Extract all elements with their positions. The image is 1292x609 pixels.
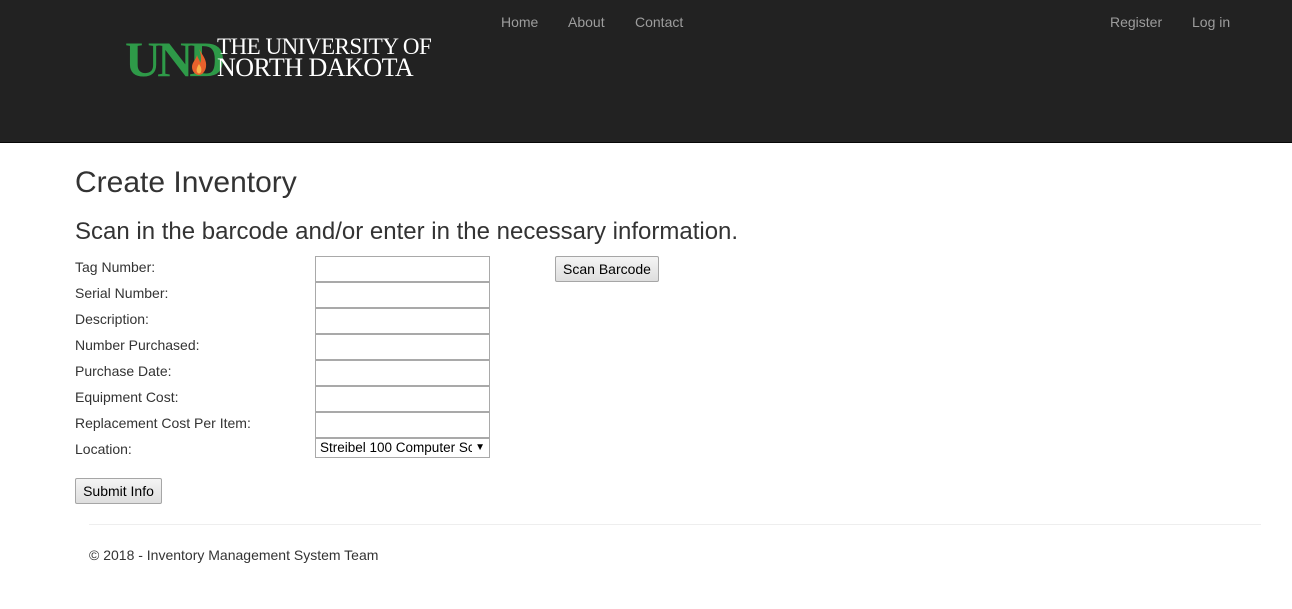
purchase-date-label: Purchase Date: bbox=[75, 363, 172, 379]
description-label: Description: bbox=[75, 311, 149, 327]
nav-link-about[interactable]: About bbox=[568, 14, 605, 30]
logo-wordmark: THE UNIVERSITY OF NORTH DAKOTA bbox=[217, 35, 432, 82]
replacement-cost-input[interactable] bbox=[315, 412, 490, 438]
dropdown-arrow-icon: ▼ bbox=[475, 442, 485, 453]
nav-link-home[interactable]: Home bbox=[501, 14, 538, 30]
flame-icon bbox=[192, 49, 207, 75]
equipment-cost-label: Equipment Cost: bbox=[75, 389, 179, 405]
footer-divider bbox=[89, 524, 1261, 525]
location-selected-value: Streibel 100 Computer Science Lab bbox=[320, 440, 472, 455]
university-logo[interactable]: UND THE UNIVERSITY OF NORTH DAKOTA bbox=[125, 34, 435, 84]
description-input[interactable] bbox=[315, 308, 490, 334]
location-label: Location: bbox=[75, 441, 132, 457]
nav-link-login[interactable]: Log in bbox=[1192, 14, 1230, 30]
scan-barcode-button[interactable]: Scan Barcode bbox=[555, 256, 659, 282]
page-title: Create Inventory bbox=[75, 166, 297, 199]
submit-info-button[interactable]: Submit Info bbox=[75, 478, 162, 504]
tag-number-input[interactable] bbox=[315, 256, 490, 282]
serial-number-label: Serial Number: bbox=[75, 285, 169, 301]
tag-number-label: Tag Number: bbox=[75, 259, 156, 275]
serial-number-input[interactable] bbox=[315, 282, 490, 308]
page-subtitle: Scan in the barcode and/or enter in the … bbox=[75, 218, 739, 245]
number-purchased-input[interactable] bbox=[315, 334, 490, 360]
top-navbar: UND THE UNIVERSITY OF NORTH DAKOTA Home … bbox=[0, 0, 1292, 143]
nav-link-contact[interactable]: Contact bbox=[635, 14, 683, 30]
nav-link-register[interactable]: Register bbox=[1110, 14, 1162, 30]
number-purchased-label: Number Purchased: bbox=[75, 337, 200, 353]
replacement-cost-label: Replacement Cost Per Item: bbox=[75, 415, 251, 431]
footer-copyright: © 2018 - Inventory Management System Tea… bbox=[89, 547, 379, 563]
equipment-cost-input[interactable] bbox=[315, 386, 490, 412]
purchase-date-input[interactable] bbox=[315, 360, 490, 386]
location-select[interactable]: Streibel 100 Computer Science Lab ▼ bbox=[315, 438, 490, 458]
logo-line-2: NORTH DAKOTA bbox=[217, 53, 414, 82]
